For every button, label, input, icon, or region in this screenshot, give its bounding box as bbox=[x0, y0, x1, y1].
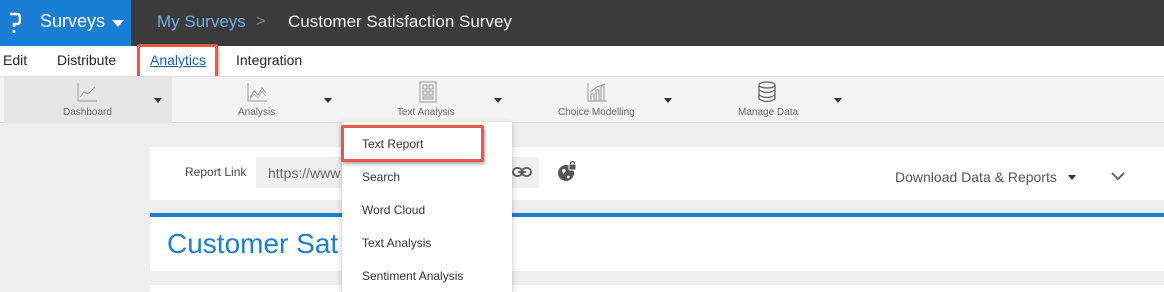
area-chart-icon bbox=[247, 83, 267, 102]
tab-edit[interactable]: Edit bbox=[3, 52, 27, 68]
breadcrumb-my-surveys[interactable]: My Surveys bbox=[157, 12, 246, 32]
menu-item-search[interactable]: Search bbox=[362, 170, 400, 184]
bar-line-chart-icon bbox=[587, 83, 607, 102]
top-bar: Surveys My Surveys > Customer Satisfacti… bbox=[0, 0, 1164, 46]
analytics-toolbar: Dashboard Analysis Text Analysis Choice … bbox=[0, 76, 1164, 123]
toolbar-choice-modelling[interactable]: Choice Modelling bbox=[512, 77, 682, 123]
text-report-highlight bbox=[341, 125, 484, 162]
menu-item-word-cloud[interactable]: Word Cloud bbox=[362, 203, 425, 217]
toolbar-text-analysis[interactable]: Text Analysis bbox=[342, 77, 512, 123]
grid-document-icon bbox=[419, 81, 437, 103]
dashboard-caret-icon bbox=[154, 98, 162, 103]
manage-data-caret-icon bbox=[834, 98, 842, 103]
line-chart-icon bbox=[77, 83, 97, 102]
toolbar-dashboard[interactable]: Dashboard bbox=[4, 77, 172, 123]
chevron-down-icon[interactable] bbox=[1110, 170, 1126, 182]
toolbar-analysis-label: Analysis bbox=[238, 107, 276, 118]
breadcrumb-separator: > bbox=[256, 13, 266, 30]
analysis-caret-icon bbox=[324, 98, 332, 103]
app-menu-caret-icon bbox=[112, 20, 124, 27]
link-icon bbox=[512, 167, 532, 177]
globe-lock-icon[interactable] bbox=[556, 161, 578, 183]
download-caret-icon[interactable] bbox=[1068, 175, 1076, 180]
toolbar-choice-modelling-label: Choice Modelling bbox=[558, 107, 635, 118]
breadcrumb-current-survey: Customer Satisfaction Survey bbox=[288, 12, 512, 31]
tab-integration[interactable]: Integration bbox=[236, 52, 302, 68]
toolbar-dashboard-label: Dashboard bbox=[63, 107, 112, 118]
surveys-app-menu[interactable]: Surveys bbox=[0, 0, 131, 46]
toolbar-analysis[interactable]: Analysis bbox=[172, 77, 342, 123]
download-data-reports-button[interactable]: Download Data & Reports bbox=[895, 169, 1057, 185]
toolbar-manage-data-label: Manage Data bbox=[738, 107, 799, 118]
toolbar-manage-data[interactable]: Manage Data bbox=[682, 77, 852, 123]
tab-distribute[interactable]: Distribute bbox=[57, 52, 116, 68]
database-icon bbox=[758, 81, 776, 103]
report-link-label: Report Link bbox=[185, 165, 247, 179]
app-name: Surveys bbox=[40, 11, 106, 31]
choice-modelling-caret-icon bbox=[664, 98, 672, 103]
app-logo-icon bbox=[10, 12, 21, 33]
menu-item-sentiment-analysis[interactable]: Sentiment Analysis bbox=[362, 269, 463, 283]
content-card bbox=[150, 285, 1164, 292]
text-analysis-caret-icon bbox=[494, 98, 502, 103]
toolbar-text-analysis-label: Text Analysis bbox=[397, 107, 455, 118]
menu-item-text-analysis[interactable]: Text Analysis bbox=[362, 236, 431, 250]
